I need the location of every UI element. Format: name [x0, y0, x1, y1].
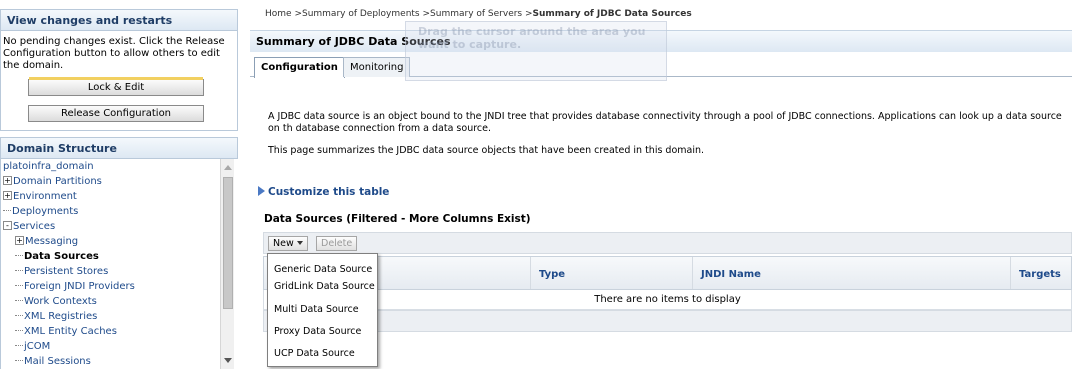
tree-connector [15, 360, 23, 361]
domain-structure-title: Domain Structure [1, 137, 238, 159]
tree-item-work-contexts[interactable]: Work Contexts [15, 295, 97, 309]
page-description: A JDBC data source is an object bound to… [268, 111, 1062, 134]
tree-connector [15, 345, 23, 346]
column-header-targets[interactable]: Targets [1010, 257, 1072, 289]
scroll-down-icon[interactable] [224, 358, 232, 363]
scroll-thumb[interactable] [223, 177, 233, 309]
tree-item-mail-sessions[interactable]: Mail Sessions [15, 355, 91, 369]
tree-scrollbar[interactable] [220, 159, 234, 369]
lock-edit-accent [29, 77, 203, 80]
new-button-label: New [273, 238, 294, 249]
tab-bar: Configuration Monitoring [250, 55, 1072, 78]
tree-item-services[interactable]: - Services [3, 220, 55, 234]
table-title: Data Sources (Filtered - More Columns Ex… [264, 213, 531, 225]
empty-table-message: There are no items to display [263, 290, 1072, 310]
lock-edit-button[interactable]: Lock & Edit [28, 77, 204, 96]
tree-item-label: jCOM [24, 341, 51, 352]
release-configuration-button[interactable]: Release Configuration [28, 105, 204, 122]
left-column: View changes and restarts No pending cha… [0, 0, 238, 369]
tab-configuration[interactable]: Configuration [254, 57, 345, 78]
change-center-message: No pending changes exist. Click the Rele… [3, 36, 225, 71]
column-header-type[interactable]: Type [530, 257, 692, 289]
breadcrumb-servers[interactable]: Summary of Servers [430, 9, 522, 19]
change-center-panel: View changes and restarts No pending cha… [0, 9, 238, 131]
menu-item-gridlink-data-source[interactable]: GridLink Data Source [268, 278, 377, 296]
lock-edit-label: Lock & Edit [87, 82, 145, 93]
tree-connector [15, 255, 23, 256]
chevron-down-icon [296, 241, 303, 245]
tab-monitoring[interactable]: Monitoring [343, 57, 411, 77]
tree-connector [3, 210, 11, 211]
menu-item-proxy-data-source[interactable]: Proxy Data Source [268, 323, 377, 341]
domain-structure-panel: Domain Structure platoinfra_domain + Doma… [0, 137, 238, 369]
table-header: Type JNDI Name Targets [263, 256, 1072, 290]
column-header-jndi-name[interactable]: JNDI Name [692, 257, 1010, 289]
tree-item-environment[interactable]: + Environment [3, 190, 77, 204]
tree-connector [15, 300, 23, 301]
tree-item-label: Foreign JNDI Providers [24, 281, 135, 292]
tree-item-label: XML Entity Caches [24, 326, 117, 337]
tree-item-deployments[interactable]: Deployments [3, 205, 78, 219]
expand-icon[interactable]: + [3, 176, 12, 185]
breadcrumb-separator: > [291, 9, 302, 19]
tree-item-label: Environment [13, 191, 77, 202]
menu-item-ucp-data-source[interactable]: UCP Data Source [268, 345, 377, 363]
breadcrumb-separator: > [419, 9, 431, 19]
tree-connector [15, 285, 23, 286]
new-dropdown-menu: Generic Data Source GridLink Data Source… [267, 253, 378, 367]
breadcrumb-separator: > [522, 9, 533, 19]
tree-item-label: Work Contexts [24, 296, 97, 307]
release-configuration-label: Release Configuration [60, 108, 172, 119]
table-footer [263, 310, 1072, 332]
collapse-icon[interactable]: - [3, 221, 12, 230]
tree-item-label: XML Registries [24, 311, 98, 322]
expand-icon[interactable]: + [15, 236, 24, 245]
customize-table-link[interactable]: Customize this table [258, 186, 389, 198]
menu-item-multi-data-source[interactable]: Multi Data Source [268, 301, 377, 319]
tree-connector [15, 270, 23, 271]
delete-button[interactable]: Delete [316, 236, 358, 251]
tree-item-label: Domain Partitions [13, 176, 102, 187]
breadcrumb-home[interactable]: Home [265, 9, 292, 19]
table-toolbar: New Delete [263, 232, 1072, 254]
tree-item-label: Services [13, 221, 56, 232]
customize-table-label: Customize this table [268, 186, 390, 198]
tree-item-data-sources[interactable]: Data Sources [15, 250, 99, 264]
tree-item-foreign-jndi-providers[interactable]: Foreign JNDI Providers [15, 280, 135, 294]
tree-item-domain[interactable]: platoinfra_domain [3, 160, 94, 174]
breadcrumb-deployments[interactable]: Summary of Deployments [302, 9, 420, 19]
tree-connector [15, 315, 23, 316]
tree-item-messaging[interactable]: + Messaging [15, 235, 78, 249]
tree-item-label: platoinfra_domain [3, 161, 94, 172]
tree-item-persistent-stores[interactable]: Persistent Stores [15, 265, 108, 279]
tree-item-domain-partitions[interactable]: + Domain Partitions [3, 175, 102, 189]
new-button[interactable]: New [268, 236, 308, 251]
tree-item-xml-entity-caches[interactable]: XML Entity Caches [15, 325, 117, 339]
tree-item-label: Data Sources [24, 251, 99, 262]
change-center-title: View changes and restarts [0, 9, 238, 31]
tree-item-jcom[interactable]: jCOM [15, 340, 50, 354]
expand-arrow-icon [258, 186, 265, 196]
page-title: Summary of JDBC Data Sources [250, 30, 1072, 52]
breadcrumb-current: Summary of JDBC Data Sources [532, 9, 692, 19]
tree-item-label: Messaging [25, 236, 79, 247]
domain-tree: platoinfra_domain + Domain Partitions + En… [1, 159, 223, 369]
tree-item-xml-registries[interactable]: XML Registries [15, 310, 97, 324]
page-summary-text: This page summarizes the JDBC data sourc… [268, 145, 705, 156]
menu-item-generic-data-source[interactable]: Generic Data Source [268, 261, 377, 279]
tree-item-label: Persistent Stores [24, 266, 109, 277]
expand-icon[interactable]: + [3, 191, 12, 200]
tree-connector [15, 330, 23, 331]
scroll-up-icon[interactable] [224, 165, 232, 170]
tree-item-label: Deployments [12, 206, 79, 217]
tree-item-label: Mail Sessions [24, 356, 91, 367]
breadcrumb: Home >Summary of Deployments >Summary of… [265, 9, 692, 19]
